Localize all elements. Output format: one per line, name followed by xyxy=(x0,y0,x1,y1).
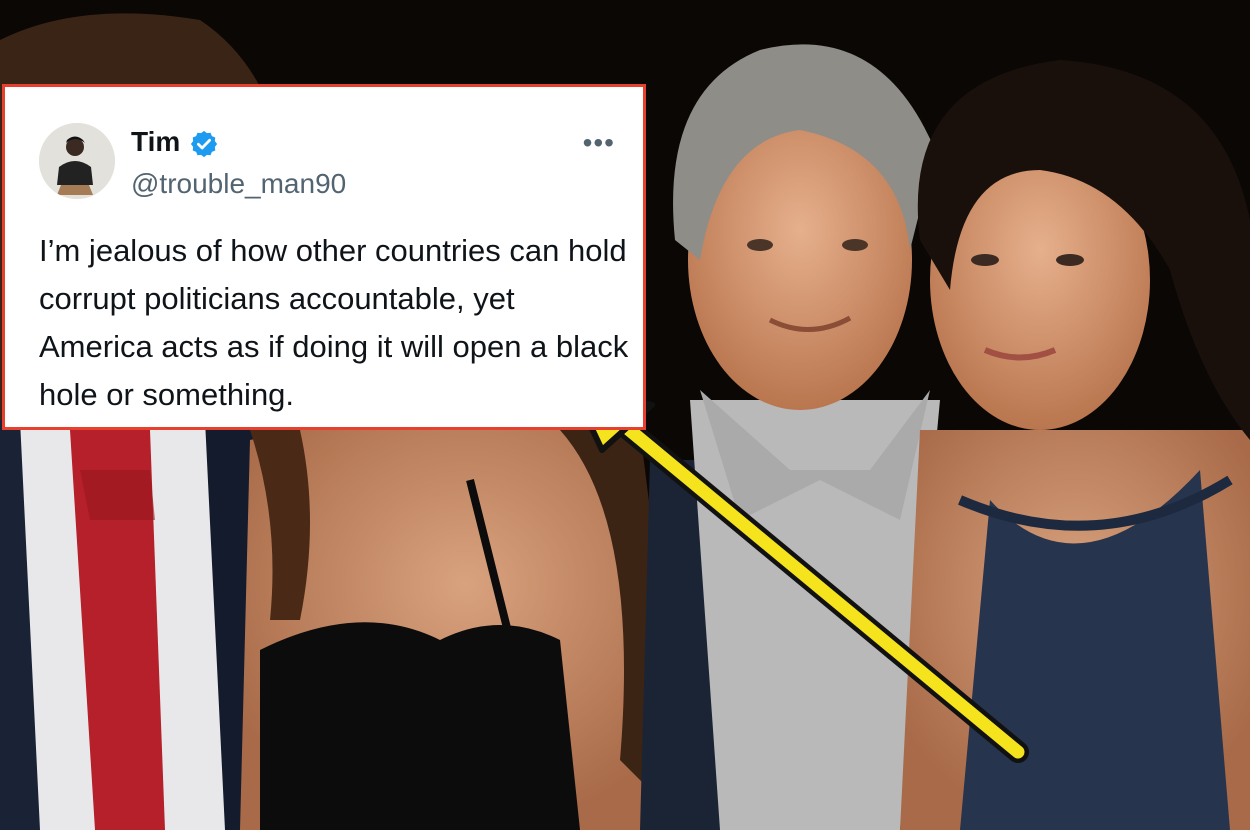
avatar[interactable] xyxy=(39,123,115,199)
verified-badge-icon xyxy=(190,130,218,158)
more-options-icon[interactable]: ••• xyxy=(583,129,615,157)
tweet-text: I’m jealous of how other countries can h… xyxy=(39,233,629,412)
author-handle[interactable]: @trouble_man90 xyxy=(131,167,346,201)
person-middle xyxy=(240,420,690,830)
author-name[interactable]: Tim xyxy=(131,125,180,159)
tweet-card[interactable]: Tim @trouble_man90 ••• I’m jealous of ho… xyxy=(2,84,646,430)
person-right xyxy=(900,60,1250,830)
